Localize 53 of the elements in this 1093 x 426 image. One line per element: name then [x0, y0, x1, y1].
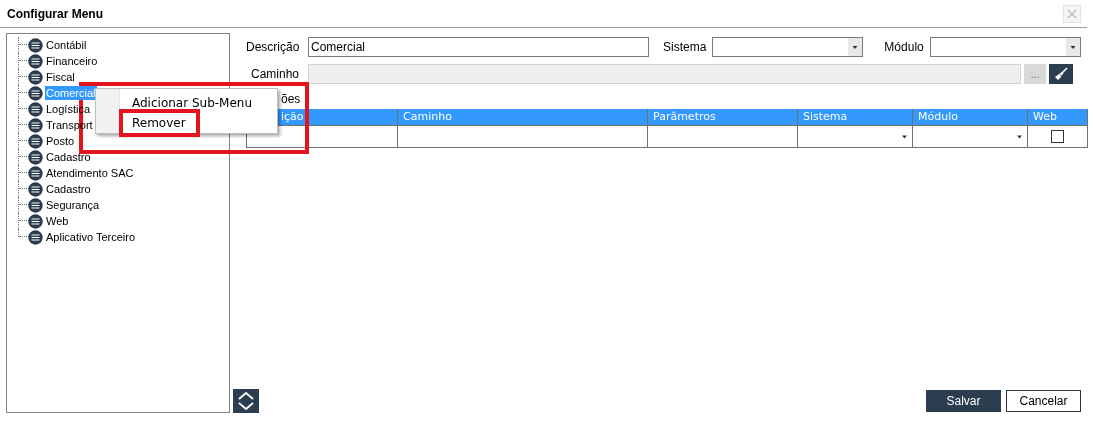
- checkbox[interactable]: [1051, 130, 1064, 143]
- table-cell[interactable]: [1027, 125, 1087, 147]
- list-icon: [28, 197, 43, 213]
- system-dropdown[interactable]: [712, 37, 864, 57]
- table-cell[interactable]: [912, 125, 1027, 147]
- save-button[interactable]: Salvar: [926, 390, 1001, 412]
- module-dropdown[interactable]: [929, 37, 1081, 57]
- list-icon: [28, 165, 43, 181]
- table-cell[interactable]: [797, 125, 912, 147]
- field-label: Sistema: [663, 40, 707, 54]
- field-label: Caminho: [249, 67, 299, 81]
- dropdown-icon: [1065, 38, 1080, 56]
- list-icon: [28, 69, 43, 85]
- dropdown-icon: [900, 133, 909, 140]
- tree-item[interactable]: Contábil: [45, 38, 88, 52]
- list-icon: [28, 213, 43, 229]
- list-icon: [28, 181, 43, 197]
- field-label: Módulo: [884, 40, 924, 54]
- list-icon: [28, 117, 43, 133]
- menu-gutter: [96, 89, 120, 133]
- column-header: Parâmetros: [647, 109, 797, 125]
- list-icon: [28, 229, 43, 245]
- column-header: ição: [280, 109, 305, 125]
- window-title: Configurar Menu: [7, 6, 103, 21]
- dropdown-icon: [848, 38, 863, 56]
- list-icon: [28, 37, 43, 53]
- tree-item[interactable]: Cadastro: [45, 182, 92, 196]
- column-header: Sistema: [797, 109, 912, 125]
- tree-item[interactable]: Aplicativo Terceiro: [45, 230, 137, 244]
- tree-item[interactable]: Web: [45, 214, 70, 228]
- field-label: Descrição: [246, 40, 299, 54]
- list-icon: [28, 85, 43, 101]
- tree-item[interactable]: Cadastro: [45, 150, 92, 164]
- list-icon: [28, 133, 43, 149]
- brush-icon: [1054, 67, 1068, 81]
- description-field[interactable]: Comercial: [308, 37, 649, 57]
- clear-button[interactable]: [1049, 64, 1073, 84]
- tree-item[interactable]: Atendimento SAC: [45, 166, 135, 180]
- reorder-button[interactable]: [233, 389, 259, 413]
- dropdown-icon: [1015, 133, 1024, 140]
- menu-item[interactable]: Adicionar Sub-Menu: [120, 93, 253, 113]
- cancel-button[interactable]: Cancelar: [1006, 390, 1081, 412]
- tree-item[interactable]: Posto: [45, 134, 76, 148]
- tree-item[interactable]: Financeiro: [45, 54, 99, 68]
- column-header: Web: [1027, 109, 1087, 125]
- browse-button[interactable]: ...: [1024, 64, 1046, 84]
- tree-item[interactable]: Segurança: [45, 198, 101, 212]
- tree-item[interactable]: Fiscal: [45, 70, 76, 84]
- list-icon: [28, 101, 43, 117]
- column-header: Módulo: [912, 109, 1027, 125]
- column-header: Caminho: [397, 109, 647, 125]
- list-icon: [28, 149, 43, 165]
- list-icon: [28, 53, 43, 69]
